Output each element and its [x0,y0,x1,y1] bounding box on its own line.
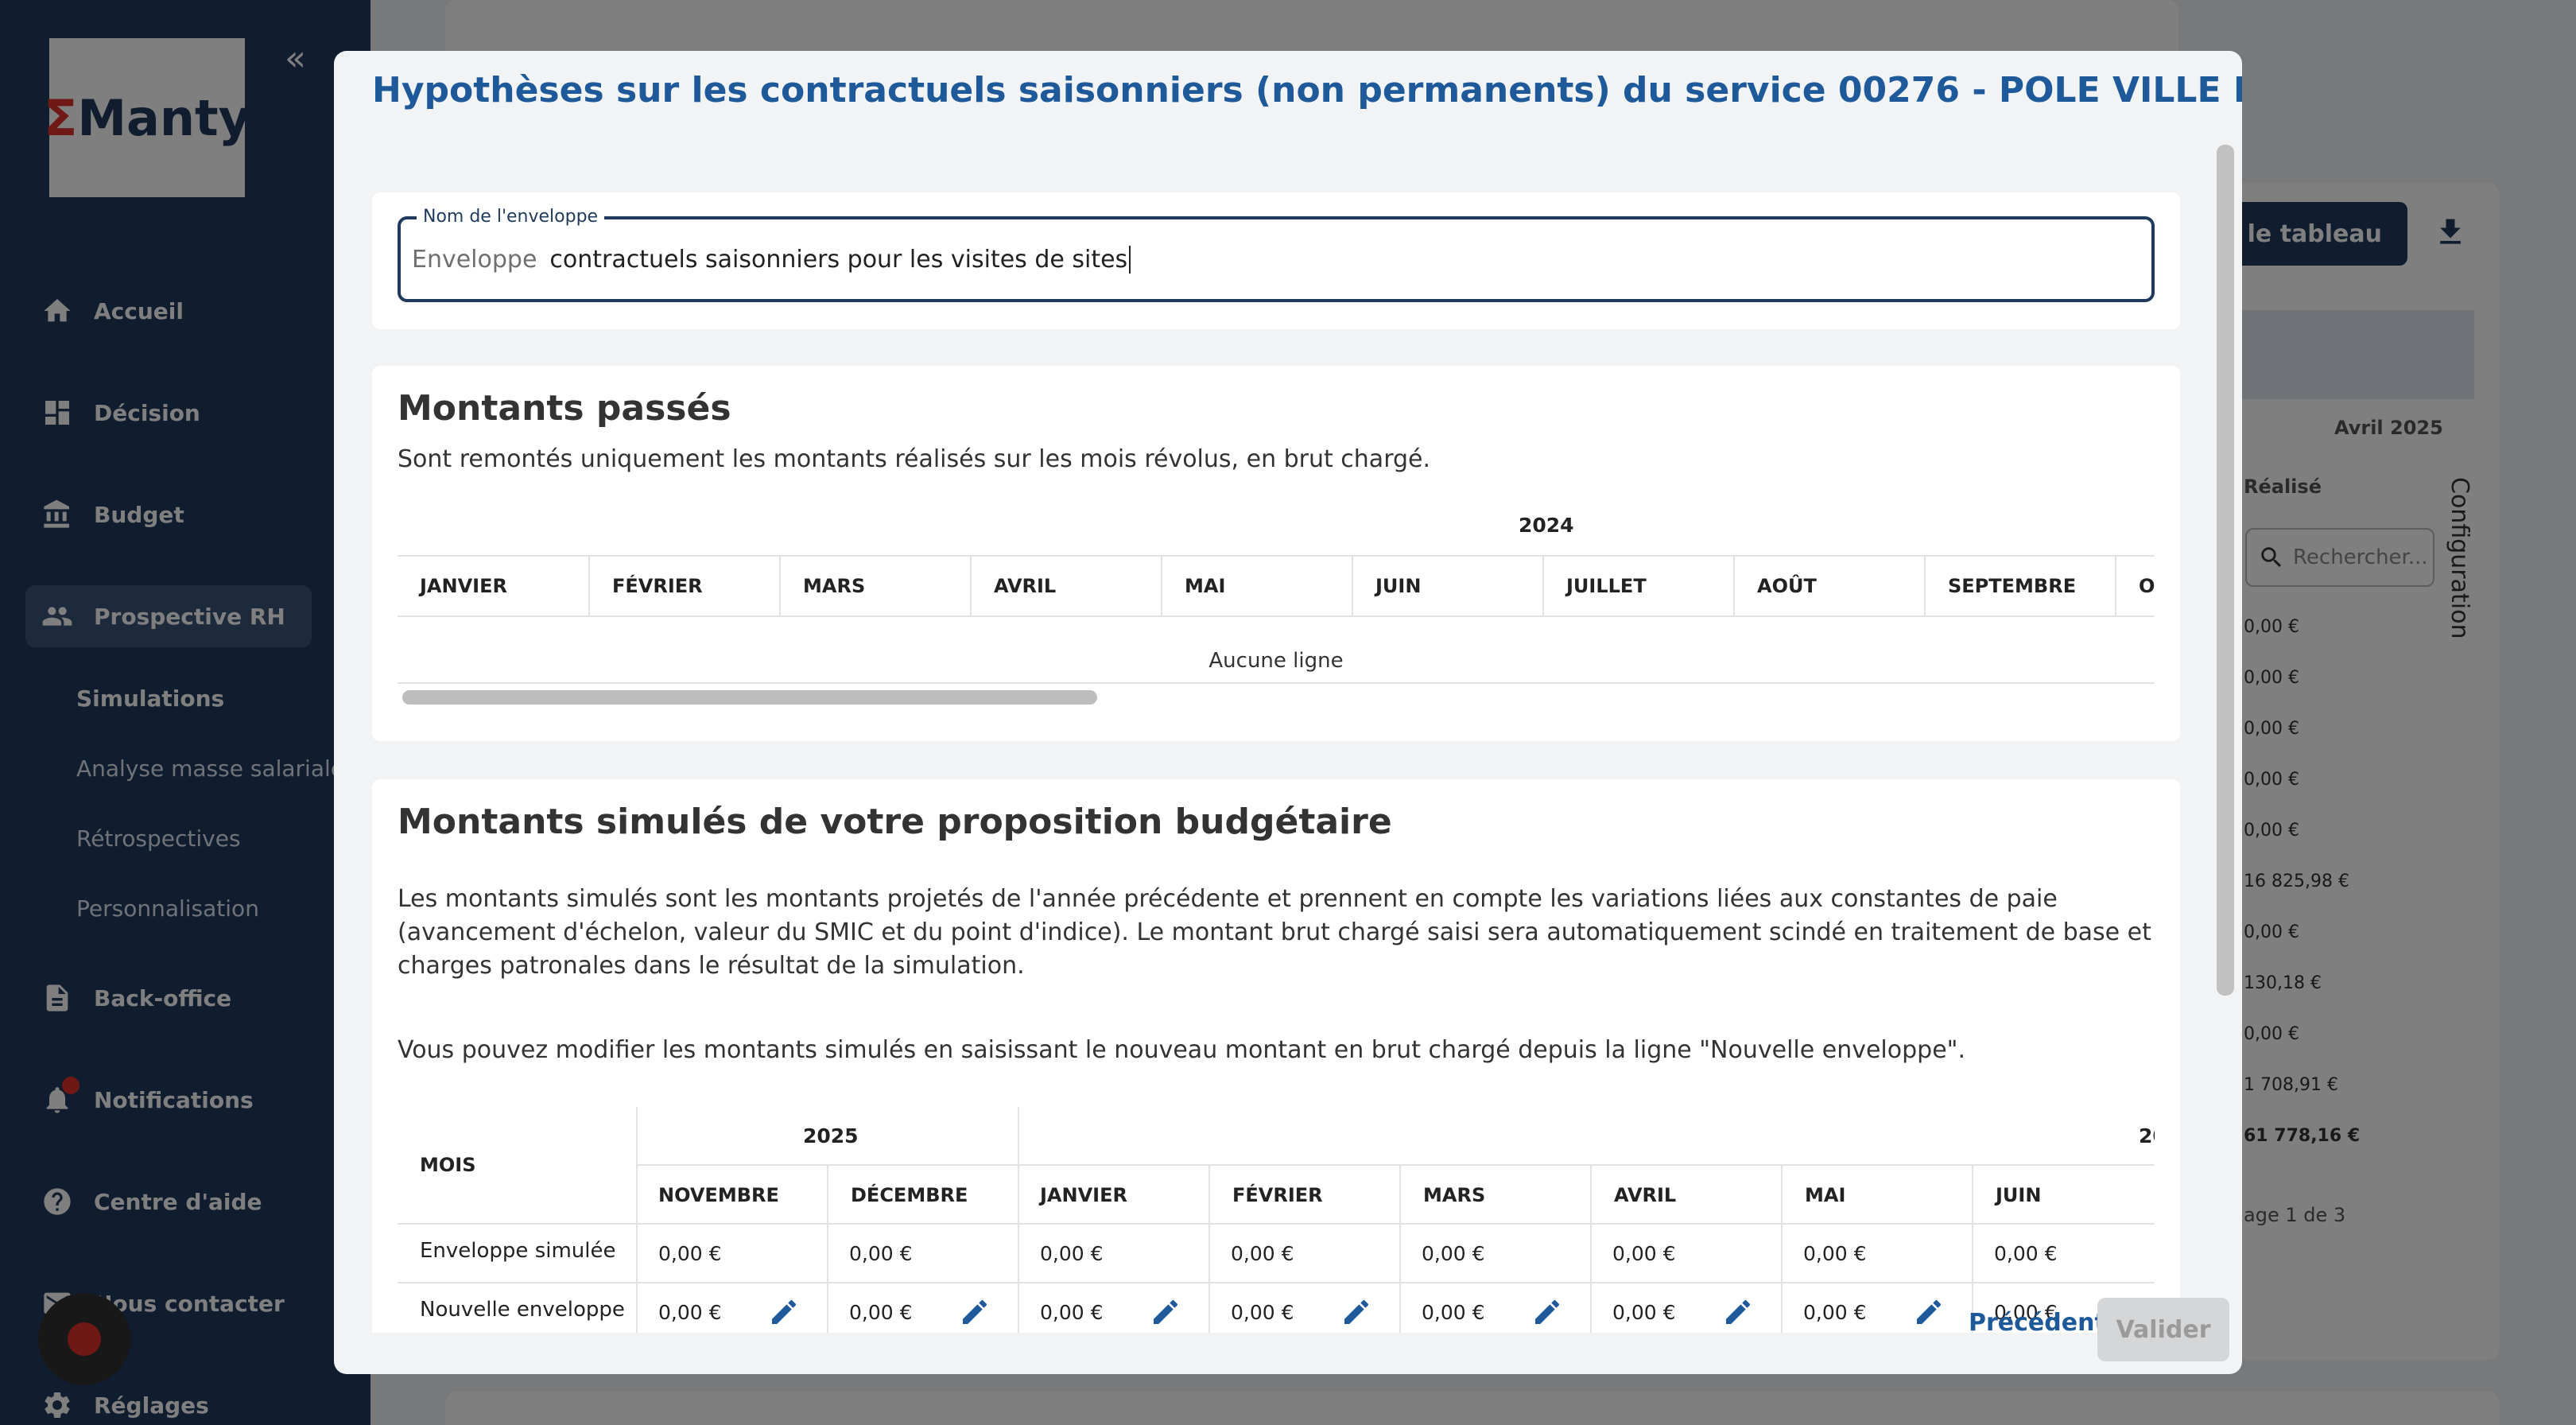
value-cell: 0,00 € [849,1241,913,1265]
year-header: 2025 [803,1124,859,1147]
month-header: NOVEMBRE [658,1184,779,1206]
value-cell: 0,00 € [1422,1241,1485,1265]
month-header: AVRIL [1590,1166,1781,1225]
divider [398,682,2155,684]
month-header: JANVIER [1040,1184,1127,1206]
past-amounts-description: Sont remontés uniquement les montants ré… [398,445,1431,473]
edit-pencil-icon[interactable] [959,1296,991,1328]
mois-header: MOIS [420,1154,476,1176]
value-cell[interactable]: 0,00 € [1803,1283,1867,1333]
envelope-prefix: Enveloppe [412,245,537,274]
envelope-name-input[interactable]: contractuels saisonniers pour les visite… [549,245,1131,274]
dialog-body: Nom de l'enveloppe Enveloppe contractuel… [372,140,2180,1333]
simulated-description-1: Les montants simulés sont les montants p… [398,885,2151,980]
value-cell: 0,00 € [1040,1241,1104,1265]
envelope-card: Nom de l'enveloppe Enveloppe contractuel… [372,192,2180,329]
month-header: JUIN [1352,557,1542,615]
month-header: JUILLET [1542,557,1733,615]
row-label-enveloppe-simulee: Enveloppe simulée [420,1239,616,1263]
month-header: AOÛT [1733,557,1924,615]
edit-pencil-icon[interactable] [1531,1296,1563,1328]
past-amounts-table: 2024 JANVIER FÉVRIER MARS AVRIL MAI JUIN… [398,501,2155,708]
month-header: MAI [1781,1166,1972,1225]
edit-pencil-icon[interactable] [1340,1296,1372,1328]
dialog-scrollbar[interactable] [2217,145,2234,996]
year-header: 2024 [1519,514,1574,537]
dialog-title: Hypothèses sur les contractuels saisonni… [372,70,2242,111]
hypotheses-dialog: Hypothèses sur les contractuels saisonni… [334,51,2242,1374]
month-header: FÉVRIER [1208,1166,1399,1225]
month-header: SEPTEMBRE [1924,557,2115,615]
row-label-nouvelle-enveloppe: Nouvelle enveloppe [420,1298,625,1322]
past-amounts-card: Montants passés Sont remontés uniquement… [372,366,2180,741]
value-cell[interactable]: 0,00 € [849,1283,913,1333]
month-header: JUIN [1972,1166,2155,1225]
edit-pencil-icon[interactable] [768,1296,800,1328]
month-header: AVRIL [970,557,1161,615]
month-header: OC [2115,557,2155,615]
envelope-name-label: Nom de l'enveloppe [417,207,605,227]
edit-pencil-icon[interactable] [1722,1296,1754,1328]
previous-button[interactable]: Précédent [1969,1309,2106,1337]
value-cell: 0,00 € [1994,1241,2058,1265]
month-header: DÉCEMBRE [827,1166,1018,1225]
month-header: FÉVRIER [588,557,779,615]
divider [1399,1166,1401,1333]
value-cell[interactable]: 0,00 € [1612,1283,1676,1333]
value-cell: 0,00 € [1612,1241,1676,1265]
past-amounts-title: Montants passés [398,388,731,429]
divider [1972,1166,1973,1333]
month-header: MAI [1161,557,1352,615]
month-header: JANVIER [420,575,507,597]
divider [1590,1166,1592,1333]
simulated-description-2: Vous pouvez modifier les montants simulé… [398,1036,1965,1064]
simulated-amounts-title: Montants simulés de votre proposition bu… [398,802,1392,842]
divider [827,1166,828,1333]
empty-state: Aucune ligne [1208,649,1344,673]
value-cell[interactable]: 0,00 € [658,1283,722,1333]
value-cell[interactable]: 0,00 € [1040,1283,1104,1333]
edit-pencil-icon[interactable] [1150,1296,1181,1328]
envelope-name-field[interactable]: Nom de l'enveloppe Enveloppe contractuel… [398,207,2155,302]
value-cell[interactable]: 0,00 € [1422,1283,1485,1333]
horizontal-scrollbar[interactable] [402,690,1097,705]
value-cell: 0,00 € [1803,1241,1867,1265]
divider [1208,1166,1210,1333]
value-cell: 0,00 € [658,1241,722,1265]
month-header: MARS [779,557,970,615]
simulated-amounts-table: MOIS 2025 20 NOVEMBRE DÉCEMBRE JANVIER F… [398,1107,2155,1333]
divider [398,615,2155,617]
value-cell[interactable]: 0,00 € [1231,1283,1294,1333]
year-header: 20 [2139,1124,2155,1147]
divider [1781,1166,1783,1333]
edit-pencil-icon[interactable] [1913,1296,1945,1328]
validate-button[interactable]: Valider [2097,1298,2229,1361]
value-cell: 0,00 € [1231,1241,1294,1265]
simulated-amounts-card: Montants simulés de votre proposition bu… [372,779,2180,1333]
month-header: MARS [1399,1166,1590,1225]
